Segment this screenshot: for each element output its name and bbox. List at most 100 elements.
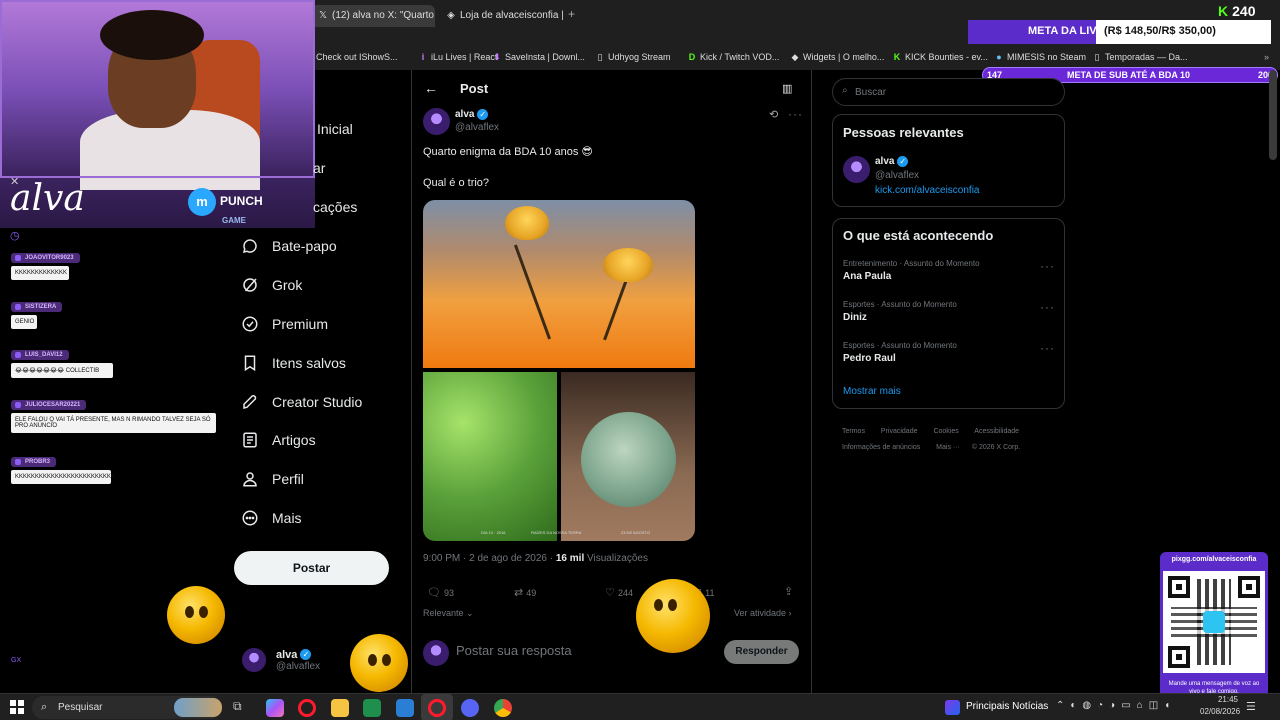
repost-action[interactable]: ⇄ 49: [514, 586, 536, 599]
chat-text: KKKKKKKKKKKKKKKKKKKKKKKKK: [11, 470, 115, 484]
image-caption: DIA 10 · 2016: [481, 530, 506, 535]
trend-item[interactable]: Esportes · Assunto do Momento Pedro Raul…: [843, 341, 1055, 364]
plus-icon[interactable]: +: [568, 7, 575, 21]
share-icon[interactable]: ⇪: [784, 585, 793, 598]
trend-category: Esportes · Assunto do Momento: [843, 300, 957, 309]
nav-item-explore[interactable]: ar: [313, 155, 325, 181]
show-more-link[interactable]: Mostrar mais: [843, 386, 901, 397]
nav-item-creator-studio[interactable]: Creator Studio: [241, 389, 362, 415]
taskbar-date[interactable]: 02/08/2026: [1200, 707, 1240, 716]
footer-link[interactable]: Cookies: [933, 428, 958, 435]
account-handle: @alvaflex: [276, 660, 321, 672]
bookmark-label: Check out IShowS...: [316, 52, 398, 62]
post-author-handle[interactable]: @alvaflex: [455, 122, 499, 133]
chat-message: JOAOVITOR9023 KKKKKKKKKKKKK: [11, 246, 80, 280]
bookmark-item[interactable]: Check out IShowS...: [316, 52, 398, 62]
grok-explain-icon[interactable]: ⟲: [769, 108, 778, 121]
search-input[interactable]: ⌕ Buscar: [832, 78, 1065, 106]
emoji-sticker: [350, 634, 408, 692]
post-image-roses[interactable]: [423, 200, 695, 368]
footer-link[interactable]: Privacidade: [881, 428, 918, 435]
app-icon[interactable]: [363, 699, 381, 717]
trend-name: Pedro Raul: [843, 353, 896, 364]
qr-url: pixgg.com/alvaceisconfia: [1171, 556, 1257, 563]
nav-item-premium[interactable]: Premium: [241, 311, 328, 337]
page-scrollbar[interactable]: [1269, 70, 1277, 160]
relevant-name: alva: [875, 156, 895, 168]
relevant-link[interactable]: kick.com/alvaceisconfia: [875, 185, 979, 196]
footer-link[interactable]: Mais ···: [936, 444, 960, 451]
nav-item-home[interactable]: Inicial: [317, 116, 353, 142]
bookmark-item[interactable]: K KICK Bounties - ev...: [892, 52, 988, 62]
sort-replies-dropdown[interactable]: Relevante ⌄: [423, 608, 474, 619]
bookmark-item[interactable]: ● MIMESIS no Steam: [994, 52, 1086, 62]
relevant-avatar[interactable]: [843, 156, 870, 188]
file-explorer-icon[interactable]: [331, 699, 349, 717]
nav-item-more[interactable]: Mais: [241, 505, 302, 531]
opera-gx-active-icon[interactable]: [428, 699, 446, 717]
reply-button[interactable]: Responder: [724, 640, 799, 664]
steam-icon: ●: [996, 52, 1002, 62]
more-options-icon[interactable]: ···: [1040, 300, 1055, 314]
post-image-grid[interactable]: DIA 10 · 2016 RAÍZES DA NOSSA TERRA 23 D…: [423, 200, 695, 541]
post-author[interactable]: alva ✓: [455, 109, 489, 120]
bookmark-item[interactable]: ▯ Temporadas — Da...: [1092, 52, 1188, 63]
bookmark-item[interactable]: i iLu Lives | React: [418, 52, 498, 62]
post-image-leaves[interactable]: [423, 372, 557, 541]
bookmark-label: MIMESIS no Steam: [1007, 52, 1087, 62]
taskbar-search[interactable]: ⌕ Pesquisar: [32, 696, 222, 719]
back-arrow-icon[interactable]: ←: [424, 80, 438, 96]
opera-gx-icon[interactable]: [298, 699, 316, 717]
bookmark-item[interactable]: ◆ Widgets | O melho...: [790, 52, 885, 63]
task-view-icon[interactable]: ⧉: [233, 699, 251, 717]
news-icon[interactable]: [945, 700, 960, 715]
relevant-user[interactable]: alva ✓: [875, 156, 909, 168]
browser-tab-active[interactable]: 𝕏 (12) alva no X: "Quarto eni: [310, 5, 435, 27]
close-icon[interactable]: ✕: [10, 175, 19, 188]
copilot-icon[interactable]: [266, 699, 284, 717]
nav-item-articles[interactable]: Artigos: [241, 427, 316, 453]
reader-view-icon[interactable]: ▥: [782, 82, 792, 95]
footer-link[interactable]: Informações de anúncios: [842, 444, 920, 451]
post-button[interactable]: Postar: [234, 551, 389, 585]
news-label[interactable]: Principais Notícias: [966, 701, 1048, 712]
windows-start-icon[interactable]: [10, 700, 24, 714]
more-options-icon[interactable]: ···: [788, 107, 803, 121]
browser-tab[interactable]: ◈ Loja de alvaceisconfia | O: [438, 5, 563, 27]
view-activity-link[interactable]: Ver atividade ›: [734, 608, 792, 618]
sort-label: Relevante: [423, 608, 464, 618]
rocket-icon: [241, 393, 259, 411]
chevron-right-icon[interactable]: »: [1264, 52, 1269, 62]
more-options-icon[interactable]: ···: [1040, 341, 1055, 355]
discord-icon[interactable]: [461, 699, 479, 717]
nav-item-chat[interactable]: Bate-papo: [241, 233, 337, 259]
system-tray-icons[interactable]: ⌃◐◍◔◑▭⌂◫◖: [1056, 700, 1176, 711]
chrome-icon[interactable]: [494, 699, 512, 717]
bookmark-item[interactable]: D Kick / Twitch VOD...: [687, 52, 780, 62]
trend-item[interactable]: Entretenimento · Assunto do Momento Ana …: [843, 259, 1055, 282]
like-action[interactable]: ♡ 244: [605, 586, 633, 599]
store-icon: ◈: [447, 10, 455, 21]
trend-item[interactable]: Esportes · Assunto do Momento Diniz ···: [843, 300, 1055, 323]
post-image-cactus[interactable]: [561, 372, 695, 541]
kick-viewer-count: K 240: [1218, 3, 1255, 19]
mail-icon[interactable]: [396, 699, 414, 717]
account-switcher[interactable]: alva ✓ @alvaflex: [242, 648, 320, 672]
nav-label: Itens salvos: [272, 355, 346, 371]
nav-item-bookmarks[interactable]: Itens salvos: [241, 350, 346, 376]
chat-message: JULIOCESAR20221 ELE FALOU Q VAI TÁ PRESE…: [11, 393, 216, 433]
bookmark-item[interactable]: ⬇ SaveInsta | Downl...: [492, 52, 585, 63]
footer-link[interactable]: Termos: [842, 428, 865, 435]
nav-item-profile[interactable]: Perfil: [241, 466, 304, 492]
nav-item-notifications[interactable]: cações: [313, 194, 357, 220]
reply-action[interactable]: 🗨 93: [427, 586, 454, 599]
footer-link[interactable]: Acessibilidade: [974, 428, 1019, 435]
more-options-icon[interactable]: ···: [1040, 259, 1055, 273]
taskbar-time[interactable]: 21:45: [1202, 695, 1238, 704]
nav-item-grok[interactable]: Grok: [241, 272, 302, 298]
notification-icon[interactable]: ☰: [1246, 700, 1256, 713]
post-author-avatar[interactable]: [423, 108, 450, 140]
footer-copyright: © 2026 X Corp.: [971, 444, 1021, 451]
reply-input[interactable]: Postar sua resposta: [456, 643, 572, 658]
bookmark-item[interactable]: ▯ Udhyog Stream: [595, 52, 671, 63]
